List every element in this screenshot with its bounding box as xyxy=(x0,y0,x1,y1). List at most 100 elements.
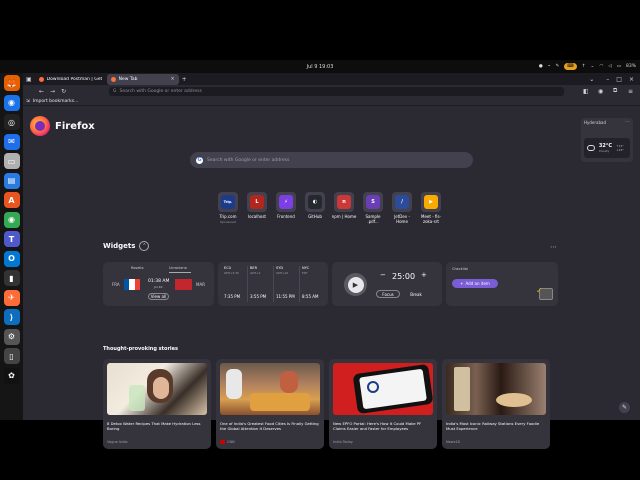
teams-icon[interactable]: T xyxy=(3,231,20,247)
top-site-label: Meet - fis-zoka-srt xyxy=(421,214,441,224)
menu-icon[interactable]: ≡ xyxy=(628,88,633,95)
focus-timer-widget[interactable]: ▶ − 25:00 + Focus Break xyxy=(332,262,442,306)
postman-icon[interactable]: ✈ xyxy=(3,289,20,306)
network-icon: ⌁ xyxy=(547,64,551,69)
clock-city: BER xyxy=(250,266,258,270)
top-site-tile[interactable]: n npm | Home xyxy=(332,192,356,224)
clock-time: 7:35 PM xyxy=(224,294,241,299)
extensions-icon[interactable]: ⧉ xyxy=(613,87,617,95)
tab-list-icon[interactable]: ▣ xyxy=(26,76,32,83)
search-box[interactable]: G Search with Google or enter address xyxy=(190,152,473,168)
trash-icon[interactable]: ▯ xyxy=(3,348,20,364)
cloud-icon xyxy=(587,145,595,151)
account-icon[interactable]: ◉ xyxy=(598,88,603,95)
top-site-tile[interactable]: ⚡ Frontend xyxy=(274,192,298,224)
import-bookmarks-link[interactable]: Import bookmarks... xyxy=(33,99,79,104)
screen-top-border xyxy=(0,0,640,60)
url-bar[interactable]: G Search with Google or enter address xyxy=(109,86,564,96)
wifi-icon: ◠ xyxy=(599,64,604,69)
story-card[interactable]: 8 Detox Water Recipes That Make Hydratio… xyxy=(103,359,211,449)
terminal-icon[interactable]: ▮ xyxy=(3,270,20,286)
chevron-up-icon[interactable]: ⌃ xyxy=(139,241,150,251)
ubuntu-icon[interactable]: ✿ xyxy=(3,367,20,384)
minimize-icon[interactable]: – xyxy=(606,76,609,83)
focus-label: Focus xyxy=(382,291,394,297)
dock: 🦊 ◉ ◎ ✉ ▭ ▤ A ◉ T O ▮ ✈ ⟩ ⚙ ▯ ✿ xyxy=(0,73,23,420)
forward-icon[interactable]: → xyxy=(50,88,55,95)
volume-icon: ◁ xyxy=(608,64,612,69)
tab-postman[interactable]: Download Postman | Get xyxy=(35,74,107,85)
story-image xyxy=(107,363,207,415)
top-site-icon: Trip. xyxy=(218,192,238,212)
tab-strip: ▣ Download Postman | Get New Tab × + ⌄ –… xyxy=(23,73,640,85)
top-site-tile[interactable]: S Sample .pdf... xyxy=(361,192,385,224)
top-site-tile[interactable]: / JetDev - Home xyxy=(390,192,414,224)
files-icon[interactable]: ▭ xyxy=(3,153,20,169)
top-site-tile[interactable]: ▶ Meet - fis-zoka-srt xyxy=(419,192,443,224)
timer-play-button[interactable]: ▶ xyxy=(344,273,367,296)
bookmarks-toolbar: ⇲ Import bookmarks... xyxy=(23,97,640,106)
keyboard-layout-badge[interactable]: ⌨ xyxy=(564,63,577,70)
import-icon: ⇲ xyxy=(26,98,30,104)
top-site-icon: ⚡ xyxy=(276,192,296,212)
clock-divider xyxy=(273,266,274,302)
close-window-icon[interactable]: × xyxy=(629,76,634,83)
chrome-icon[interactable]: ◉ xyxy=(3,94,20,111)
top-site-tile[interactable]: ◐ GitHub xyxy=(303,192,327,224)
vscode-icon[interactable]: ⟩ xyxy=(3,309,20,325)
world-clock-widget[interactable]: ECU GMT+5:30 7:35 PM BER GMT+2 3:55 PM SYD GMT+… xyxy=(218,262,328,306)
list-all-tabs-icon[interactable]: ⌄ xyxy=(589,76,594,83)
outlook-icon[interactable]: O xyxy=(3,250,20,267)
team1-code: FRA xyxy=(112,282,120,287)
timer-plus-button[interactable]: + xyxy=(421,271,427,279)
break-button[interactable]: Break xyxy=(404,290,428,298)
sports-widget[interactable]: Rosella Ucraniana FRA 01:38 AM Jul 10 MA… xyxy=(103,262,214,306)
top-site-icon: ◐ xyxy=(305,192,325,212)
checklist-widget[interactable]: Checklist + Add an item ✓ xyxy=(446,262,558,306)
system-tray[interactable]: ● ⌁ ✎ ⌨ ↑ ⌄ ◠ ◁ ▭ 83% xyxy=(539,60,636,73)
timer-minus-button[interactable]: − xyxy=(380,271,386,279)
new-tab-page: Firefox Hyderabad ⋯ 32°C Cloudy ↑34° ↓28… xyxy=(23,106,640,449)
sponsored-label: Sponsored xyxy=(220,220,236,224)
weather-more-icon[interactable]: ⋯ xyxy=(625,119,630,125)
chrome-alt-icon[interactable]: ◉ xyxy=(3,211,20,228)
widgets-title: Widgets xyxy=(103,242,136,250)
docs-icon[interactable]: ▤ xyxy=(3,172,20,189)
reload-icon[interactable]: ↻ xyxy=(61,88,66,95)
top-site-icon: L xyxy=(247,192,267,212)
story-image xyxy=(446,363,546,415)
team2-code: MAR xyxy=(196,282,205,287)
top-site-tile[interactable]: Llocalhost xyxy=(245,192,269,224)
story-card[interactable]: India's Most Iconic Railway Stations Eve… xyxy=(442,359,550,449)
morocco-flag-icon xyxy=(175,279,192,290)
top-site-label: Frontend xyxy=(277,214,295,219)
customize-edit-button[interactable]: ✎ xyxy=(619,402,630,413)
system-clock[interactable]: Jul 9 19:03 xyxy=(307,64,334,70)
top-site-label: Sample .pdf... xyxy=(365,214,381,224)
weather-widget[interactable]: Hyderabad ⋯ 32°C Cloudy ↑34° ↓28° xyxy=(581,118,633,162)
browser-window: ▣ Download Postman | Get New Tab × + ⌄ –… xyxy=(23,73,640,449)
timer-value: 25:00 xyxy=(392,272,416,281)
new-tab-button[interactable]: + xyxy=(182,76,187,83)
story-headline: India's Most Iconic Railway Stations Eve… xyxy=(446,421,540,431)
arrow-icon: ↑ xyxy=(581,64,586,69)
add-item-button[interactable]: + Add an item xyxy=(452,279,498,288)
story-card[interactable]: New EPFO Portal: Here's How It Could Mak… xyxy=(329,359,437,449)
software-icon[interactable]: A xyxy=(3,192,20,208)
view-all-button[interactable]: View all xyxy=(148,293,169,300)
search-placeholder: Search with Google or enter address xyxy=(207,157,290,163)
firefox-icon[interactable]: 🦊 xyxy=(3,75,20,91)
tab-new-tab[interactable]: New Tab × xyxy=(106,73,179,85)
top-site-tile[interactable]: Trip. Trip.com Sponsored xyxy=(216,192,240,224)
focus-button[interactable]: Focus xyxy=(376,290,400,298)
maximize-icon[interactable]: □ xyxy=(616,76,622,83)
close-tab-icon[interactable]: × xyxy=(170,76,174,82)
widgets-more-icon[interactable]: ⋯ xyxy=(550,243,557,251)
back-icon[interactable]: ← xyxy=(39,88,44,95)
thunderbird-icon[interactable]: ✉ xyxy=(3,133,20,150)
clock-time: 3:55 PM xyxy=(250,294,267,299)
obs-icon[interactable]: ◎ xyxy=(3,114,20,130)
settings-icon[interactable]: ⚙ xyxy=(3,328,20,345)
pocket-icon[interactable]: ◧ xyxy=(583,88,589,95)
story-card[interactable]: One of India's Greatest Food Cities Is F… xyxy=(216,359,324,449)
